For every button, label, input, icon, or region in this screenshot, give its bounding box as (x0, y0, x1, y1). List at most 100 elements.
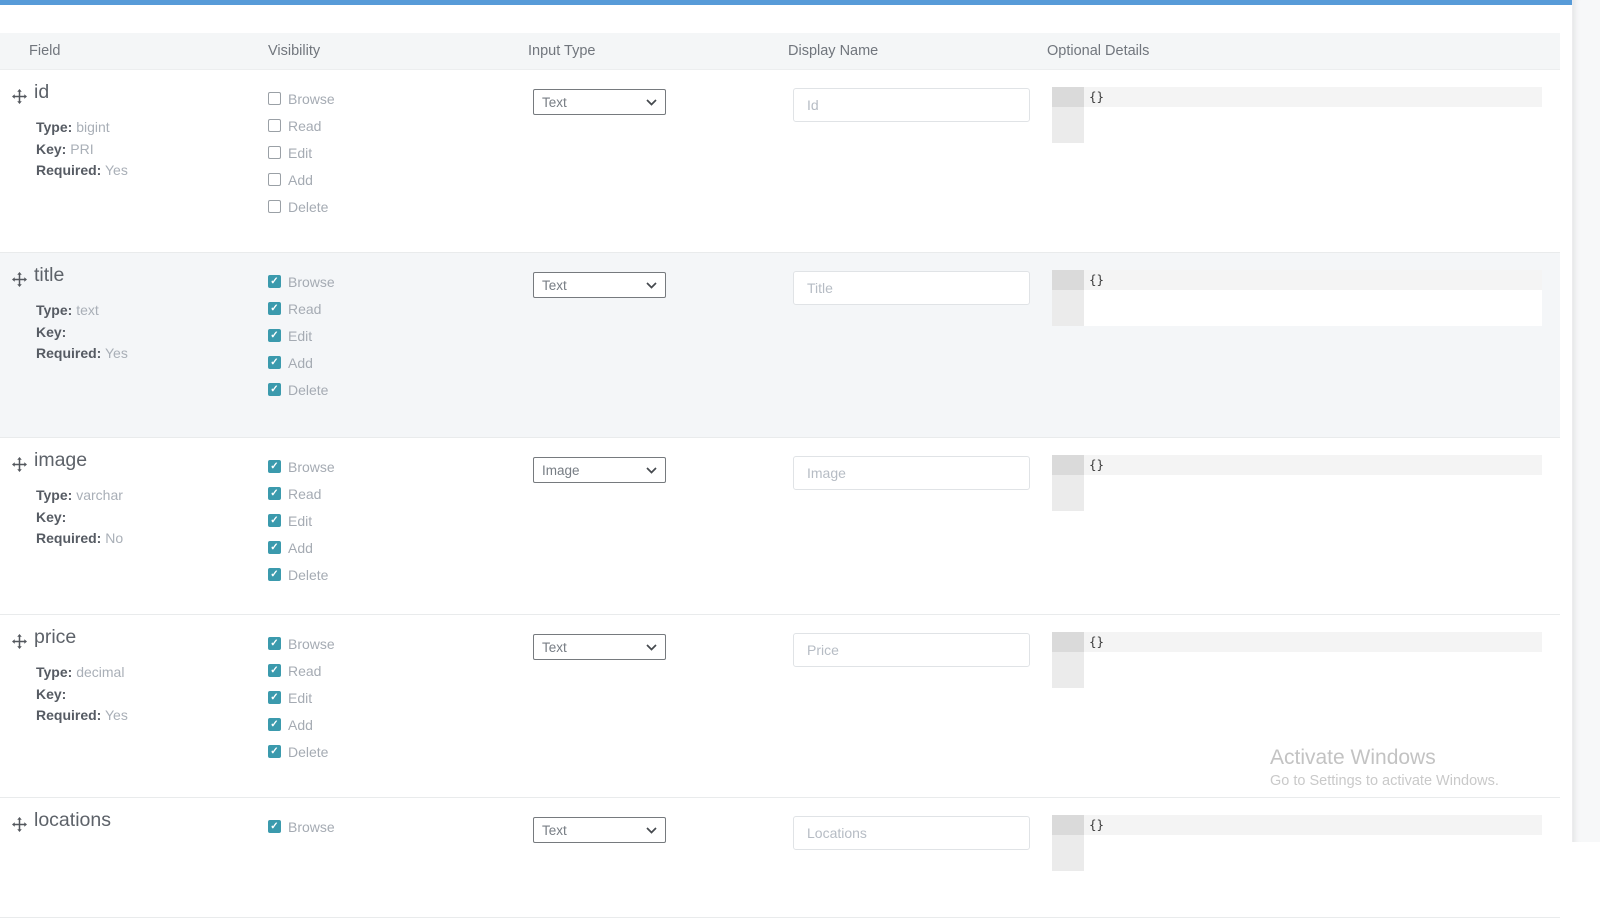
visibility-checkbox-group: ✓Browse (268, 820, 335, 847)
input-type-selected-value: Image (542, 463, 646, 478)
visibility-checkbox-delete[interactable]: ✓ Delete (268, 568, 335, 581)
input-type-select[interactable]: Image (533, 457, 666, 483)
input-type-selected-value: Text (542, 278, 646, 293)
display-name-input[interactable] (793, 816, 1030, 850)
field-name: title (34, 264, 64, 287)
checkbox-checked-icon[interactable]: ✓ (268, 302, 281, 315)
drag-move-icon[interactable] (12, 817, 27, 832)
checkbox-label: Add (288, 540, 313, 556)
checkbox-checked-icon[interactable]: ✓ (268, 329, 281, 342)
optional-details-editor[interactable]: {} (1052, 270, 1542, 326)
drag-move-icon[interactable] (12, 272, 27, 287)
field-row: price Type: decimal Key: Required: Yes ✓… (0, 615, 1560, 798)
checkbox-unchecked-icon[interactable] (268, 173, 281, 186)
drag-move-icon[interactable] (12, 634, 27, 649)
visibility-checkbox-browse[interactable]: ✓ Browse (268, 275, 335, 288)
type-label: Type: (36, 302, 72, 318)
required-label: Required: (36, 162, 101, 178)
editor-gutter (1052, 455, 1084, 511)
visibility-checkbox-edit[interactable]: ✓Edit (268, 514, 335, 527)
visibility-checkbox-read[interactable]: ✓Read (268, 664, 335, 677)
checkbox-unchecked-icon[interactable] (268, 200, 281, 213)
visibility-checkbox-delete[interactable]: Delete (268, 200, 335, 213)
checkbox-checked-icon[interactable]: ✓ (268, 820, 281, 833)
checkbox-checked-icon[interactable]: ✓ (268, 356, 281, 369)
checkbox-label: Browse (288, 459, 335, 475)
optional-details-editor[interactable]: {} (1052, 455, 1542, 511)
column-header-display-name: Display Name (788, 33, 878, 69)
column-header-field: Field (29, 33, 60, 69)
visibility-checkbox-browse[interactable]: Browse (268, 92, 335, 105)
visibility-checkbox-delete[interactable]: ✓ Delete (268, 745, 335, 758)
input-type-select[interactable]: Text (533, 89, 666, 115)
checkbox-label: Browse (288, 274, 335, 290)
field-name: price (34, 626, 76, 649)
editor-content-area (1084, 107, 1542, 143)
field-meta: Type: text Key: Required: Yes (36, 300, 128, 365)
editor-code-text: {} (1084, 89, 1104, 104)
checkbox-checked-icon[interactable]: ✓ (268, 718, 281, 731)
field-meta: Type: varchar Key: Required: No (36, 485, 123, 550)
scrollbar-track[interactable] (1572, 0, 1600, 842)
input-type-select[interactable]: Text (533, 817, 666, 843)
visibility-checkbox-edit[interactable]: ✓Edit (268, 329, 335, 342)
visibility-checkbox-browse[interactable]: ✓ Browse (268, 460, 335, 473)
required-value: No (105, 530, 123, 546)
visibility-checkbox-add[interactable]: Add (268, 173, 335, 186)
visibility-checkbox-delete[interactable]: ✓Delete (268, 383, 335, 396)
required-label: Required: (36, 530, 101, 546)
type-value: text (76, 302, 99, 318)
display-name-input[interactable] (793, 633, 1030, 667)
optional-details-editor[interactable]: {} (1052, 632, 1542, 688)
field-meta: Type: decimal Key: Required: Yes (36, 662, 128, 727)
chevron-down-icon (646, 276, 657, 294)
checkbox-checked-icon[interactable]: ✓ (268, 568, 281, 581)
checkbox-checked-icon[interactable]: ✓ (268, 637, 281, 650)
editor-gutter (1052, 632, 1084, 688)
column-header-visibility: Visibility (268, 33, 320, 69)
checkbox-checked-icon[interactable]: ✓ (268, 664, 281, 677)
drag-move-icon[interactable] (12, 89, 27, 104)
editor-code-text: {} (1084, 817, 1104, 832)
checkbox-unchecked-icon[interactable] (268, 119, 281, 132)
checkbox-checked-icon[interactable]: ✓ (268, 275, 281, 288)
checkbox-checked-icon[interactable]: ✓ (268, 460, 281, 473)
visibility-checkbox-group: ✓Browse✓Read✓Edit✓Add✓Delete (268, 637, 335, 772)
required-label: Required: (36, 707, 101, 723)
checkbox-checked-icon[interactable]: ✓ (268, 541, 281, 554)
checkbox-checked-icon[interactable]: ✓ (268, 745, 281, 758)
checkbox-unchecked-icon[interactable] (268, 92, 281, 105)
checkbox-label: Delete (288, 567, 328, 583)
visibility-checkbox-add[interactable]: ✓ Add (268, 541, 335, 554)
display-name-input[interactable] (793, 271, 1030, 305)
visibility-checkbox-read[interactable]: Read (268, 119, 335, 132)
display-name-input[interactable] (793, 88, 1030, 122)
visibility-checkbox-add[interactable]: ✓Add (268, 356, 335, 369)
input-type-select[interactable]: Text (533, 634, 666, 660)
visibility-checkbox-read[interactable]: ✓Read (268, 302, 335, 315)
visibility-checkbox-add[interactable]: ✓Add (268, 718, 335, 731)
display-name-input[interactable] (793, 456, 1030, 490)
visibility-checkbox-edit[interactable]: Edit (268, 146, 335, 159)
drag-move-icon[interactable] (12, 457, 27, 472)
checkbox-checked-icon[interactable]: ✓ (268, 487, 281, 500)
field-meta: Type: bigint Key: PRI Required: Yes (36, 117, 128, 182)
editor-gutter-active-line (1052, 87, 1084, 107)
field-name: locations (34, 809, 111, 832)
visibility-checkbox-browse[interactable]: ✓Browse (268, 820, 335, 833)
required-value: Yes (105, 162, 128, 178)
optional-details-editor[interactable]: {} (1052, 815, 1542, 871)
visibility-checkbox-read[interactable]: ✓Read (268, 487, 335, 500)
visibility-checkbox-edit[interactable]: ✓Edit (268, 691, 335, 704)
checkbox-checked-icon[interactable]: ✓ (268, 691, 281, 704)
checkbox-unchecked-icon[interactable] (268, 146, 281, 159)
checkbox-label: Delete (288, 744, 328, 760)
visibility-checkbox-group: ✓ Browse ✓Read ✓Edit ✓Add ✓Delete (268, 275, 335, 410)
checkbox-checked-icon[interactable]: ✓ (268, 514, 281, 527)
field-row: locations ✓Browse Text {} (0, 798, 1560, 918)
checkbox-checked-icon[interactable]: ✓ (268, 383, 281, 396)
input-type-select[interactable]: Text (533, 272, 666, 298)
optional-details-editor[interactable]: {} (1052, 87, 1542, 143)
visibility-checkbox-browse[interactable]: ✓Browse (268, 637, 335, 650)
type-value: decimal (76, 664, 124, 680)
